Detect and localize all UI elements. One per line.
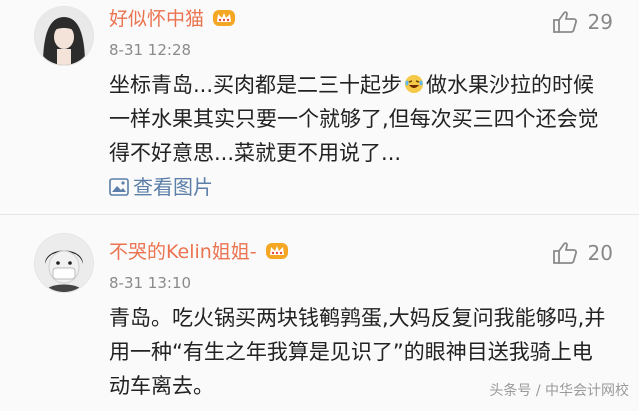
image-icon bbox=[109, 178, 129, 196]
like-count: 20 bbox=[587, 241, 613, 265]
crown-badge-icon bbox=[213, 10, 236, 26]
thumbs-up-icon bbox=[552, 11, 577, 33]
like-button[interactable]: 20 bbox=[552, 241, 613, 265]
comment-item: 好似怀中猫 8-31 12:28 29 坐标青岛...买肉都是二三十起步 做水果… bbox=[0, 0, 639, 214]
avatar[interactable] bbox=[34, 6, 94, 66]
like-button[interactable]: 29 bbox=[552, 10, 613, 34]
crown-badge-icon bbox=[265, 243, 288, 259]
comment-text-part: 坐标青岛...买肉都是二三十起步 bbox=[109, 73, 403, 97]
comment-time: 8-31 12:28 bbox=[109, 41, 192, 59]
username[interactable]: 好似怀中猫 bbox=[109, 8, 236, 30]
view-pictures-label[interactable]: 查看图片 bbox=[133, 175, 213, 199]
like-count: 29 bbox=[587, 10, 613, 34]
avatar[interactable] bbox=[34, 233, 94, 293]
username[interactable]: 不哭的Kelin姐姐- bbox=[109, 241, 289, 263]
comment-text: 坐标青岛...买肉都是二三十起步 做水果沙拉的时候一样水果其实只要一个就够了,但… bbox=[109, 68, 609, 170]
view-pictures-link[interactable]: 查看图片 bbox=[109, 175, 213, 199]
watermark: 头条号 / 中华会计网校 bbox=[489, 383, 629, 399]
comment-time: 8-31 13:10 bbox=[109, 274, 192, 292]
username-text[interactable]: 不哭的Kelin姐姐- bbox=[109, 241, 257, 263]
thumbs-up-icon bbox=[552, 242, 577, 264]
username-text[interactable]: 好似怀中猫 bbox=[109, 8, 204, 30]
girl-avatar-icon bbox=[35, 7, 93, 65]
masked-boy-avatar-icon bbox=[35, 234, 93, 292]
laughing-tears-emoji-icon bbox=[405, 75, 424, 93]
